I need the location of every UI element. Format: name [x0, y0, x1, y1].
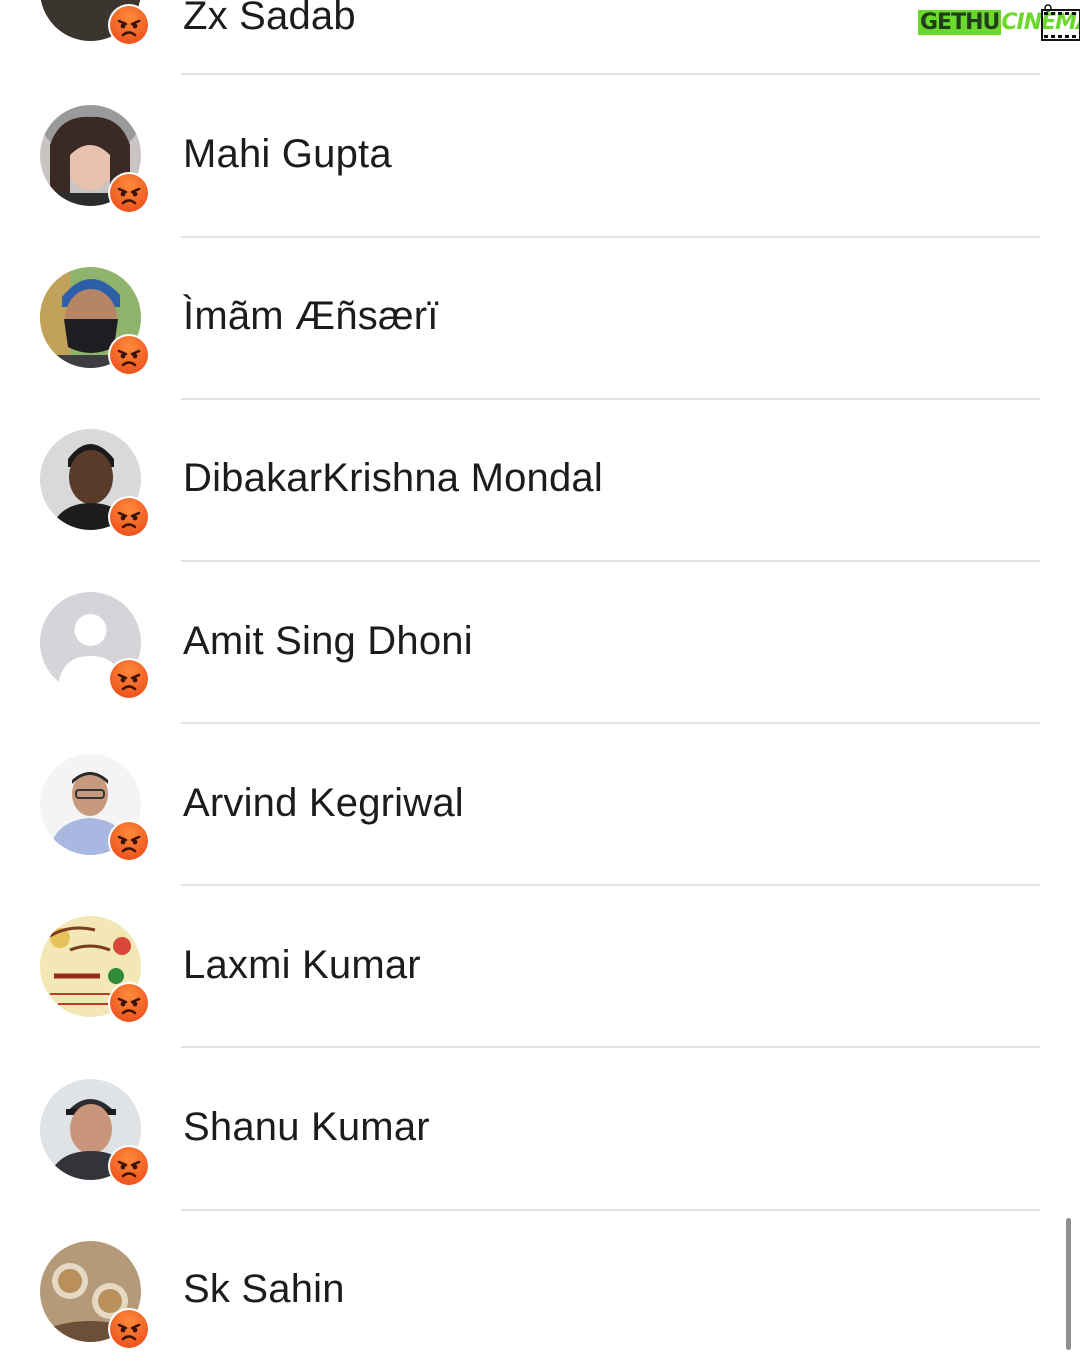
list-item[interactable]: Sk Sahin: [0, 1210, 1080, 1372]
list-item[interactable]: Ìmãm Æñsærï: [0, 237, 1080, 400]
film-reel-icon: [1038, 4, 1080, 42]
list-item[interactable]: DibakarKrishna Mondal: [0, 399, 1080, 562]
list-item[interactable]: Amit Sing Dhoni: [0, 561, 1080, 724]
list-item[interactable]: Mahi Gupta: [0, 75, 1080, 238]
contact-name: Ìmãm Æñsærï: [183, 294, 439, 338]
angry-reaction-icon: [108, 1145, 150, 1187]
contact-name: Zx Sadab: [183, 0, 356, 38]
scrollbar[interactable]: [1066, 1218, 1071, 1350]
contact-name: Sk Sahin: [183, 1267, 345, 1311]
list-item[interactable]: Shanu Kumar: [0, 1048, 1080, 1211]
contact-name: Arvind Kegriwal: [183, 781, 464, 825]
contact-name: Mahi Gupta: [183, 132, 392, 176]
watermark-logo: GETHUCINEMA: [918, 4, 1080, 42]
list-item[interactable]: Laxmi Kumar: [0, 885, 1080, 1048]
angry-reaction-icon: [108, 496, 150, 538]
contact-name: DibakarKrishna Mondal: [183, 456, 603, 500]
contact-name: Shanu Kumar: [183, 1105, 430, 1149]
contact-name: Amit Sing Dhoni: [183, 619, 473, 663]
angry-reaction-icon: [108, 820, 150, 862]
angry-reaction-icon: [108, 334, 150, 376]
angry-reaction-icon: [108, 982, 150, 1024]
angry-reaction-icon: [108, 1308, 150, 1350]
contact-name: Laxmi Kumar: [183, 943, 421, 987]
angry-reaction-icon: [108, 4, 150, 46]
angry-reaction-icon: [108, 658, 150, 700]
list-item[interactable]: Arvind Kegriwal: [0, 723, 1080, 886]
angry-reaction-icon: [108, 172, 150, 214]
watermark-part1: GETHU: [918, 10, 1002, 35]
